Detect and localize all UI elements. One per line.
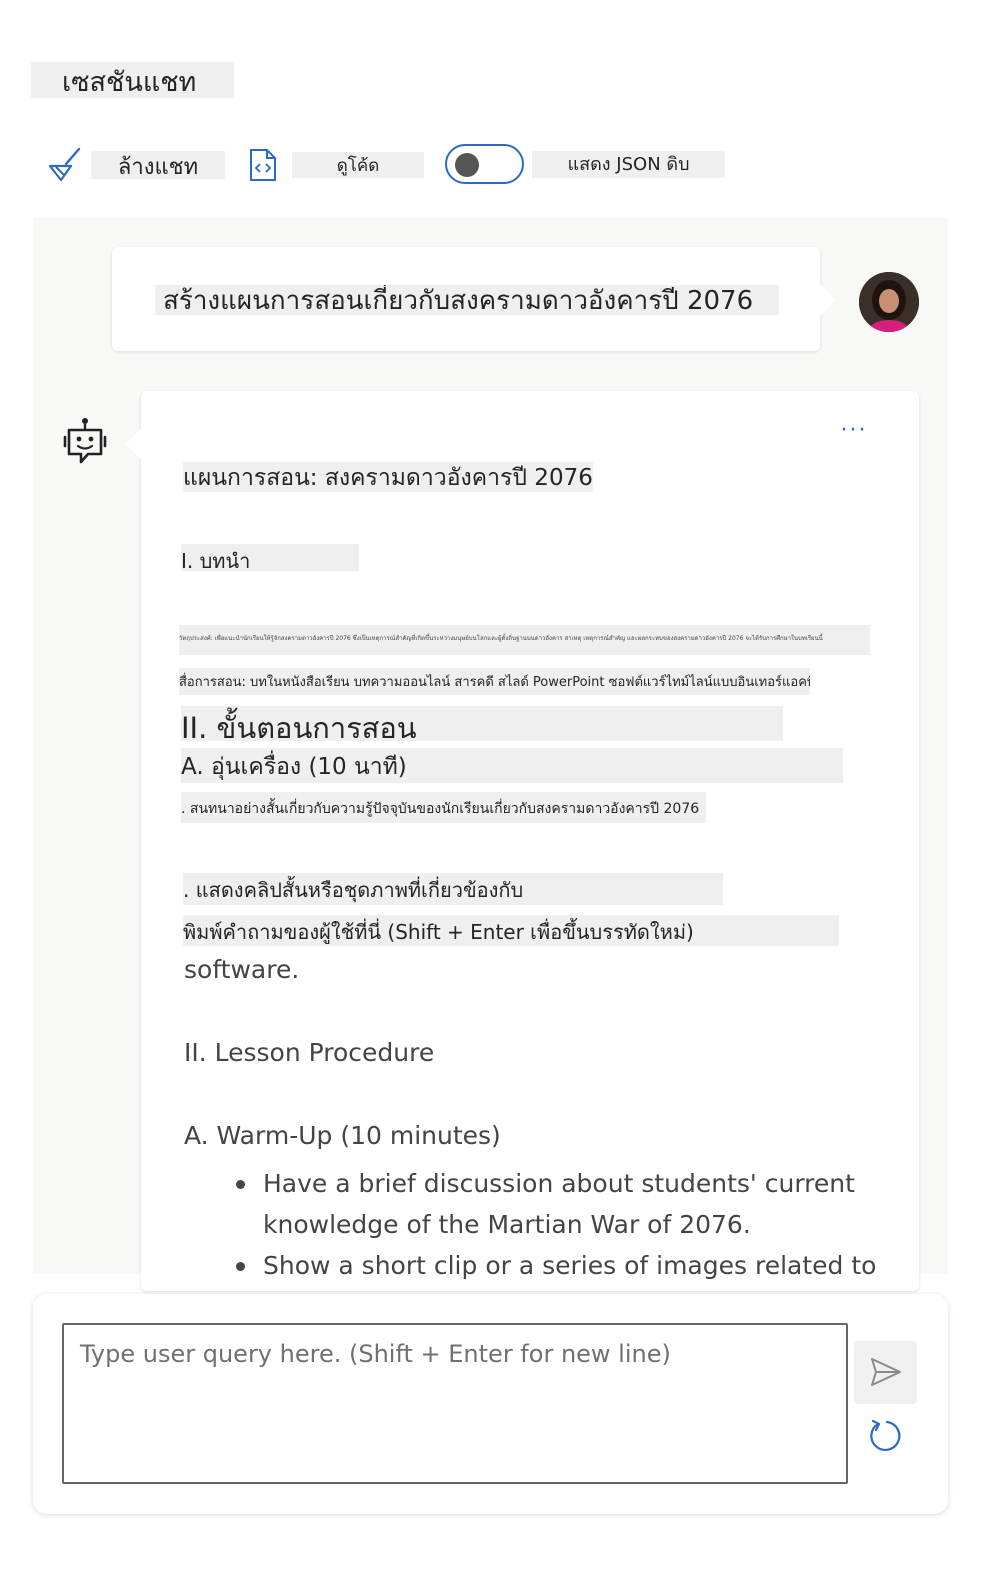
- user-avatar: [859, 272, 919, 332]
- procedure-heading: II. ขั้นตอนการสอน: [181, 706, 783, 741]
- clear-chat-button[interactable]: [46, 147, 82, 183]
- bot-avatar: [62, 417, 108, 467]
- code-file-icon: [250, 149, 276, 181]
- materials-text: สื่อการสอน: บทในหนังสือเรียน บทความออนไล…: [179, 668, 810, 695]
- refresh-button[interactable]: [865, 1416, 905, 1456]
- original-warmup-heading: A. Warm-Up (10 minutes): [184, 1121, 501, 1150]
- send-button[interactable]: [854, 1341, 917, 1404]
- assistant-message-bubble: ··· แผนการสอน: สงครามดาวอังคารปี 2076 I.…: [141, 391, 919, 1291]
- overlay-placeholder-text: พิมพ์คำถามของผู้ใช้ที่นี่ (Shift + Enter…: [183, 915, 839, 946]
- original-procedure-heading: II. Lesson Procedure: [184, 1038, 435, 1067]
- input-card: [33, 1294, 948, 1514]
- intro-objective-text: วัตถุประสงค์: เพื่อแนะนำนักเรียนให้รู้จั…: [179, 625, 870, 655]
- original-software-text: software.: [184, 955, 300, 984]
- view-code-label[interactable]: ดูโค้ด: [292, 152, 424, 178]
- more-options-button[interactable]: ···: [834, 420, 874, 447]
- list-item: Have a brief discussion about students' …: [236, 1163, 903, 1245]
- session-title: เซสชันแชท: [31, 62, 234, 98]
- show-clip-text: . แสดงคลิปสั้นหรือชุดภาพที่เกี่ยวข้องกับ: [183, 873, 723, 905]
- query-input[interactable]: [62, 1323, 848, 1484]
- bot-icon: [63, 418, 107, 464]
- warmup-bullet-list: Have a brief discussion about students' …: [184, 1163, 903, 1286]
- broom-icon: [48, 147, 81, 182]
- raw-json-toggle[interactable]: [445, 144, 524, 184]
- intro-heading: I. บทนำ: [181, 544, 359, 571]
- list-item: Show a short clip or a series of images …: [236, 1245, 903, 1286]
- view-code-button[interactable]: [248, 148, 278, 182]
- send-icon: [871, 1358, 901, 1386]
- warmup-heading: A. อุ่นเครื่อง (10 นาที): [181, 748, 843, 783]
- user-message-text: สร้างแผนการสอนเกี่ยวกับสงครามดาวอังคารปี…: [155, 285, 779, 315]
- lesson-plan-title: แผนการสอน: สงครามดาวอังคารปี 2076: [183, 462, 593, 492]
- avatar-icon: [859, 272, 919, 332]
- clear-chat-label[interactable]: ล้างแชท: [91, 151, 225, 180]
- refresh-icon: [870, 1419, 901, 1451]
- discussion-text: . สนทนาอย่างสั้นเกี่ยวกับความรู้ปัจจุบัน…: [181, 792, 706, 823]
- user-message-bubble: สร้างแผนการสอนเกี่ยวกับสงครามดาวอังคารปี…: [112, 247, 820, 351]
- toggle-knob: [455, 153, 479, 177]
- raw-json-label: แสดง JSON ดิบ: [532, 151, 725, 178]
